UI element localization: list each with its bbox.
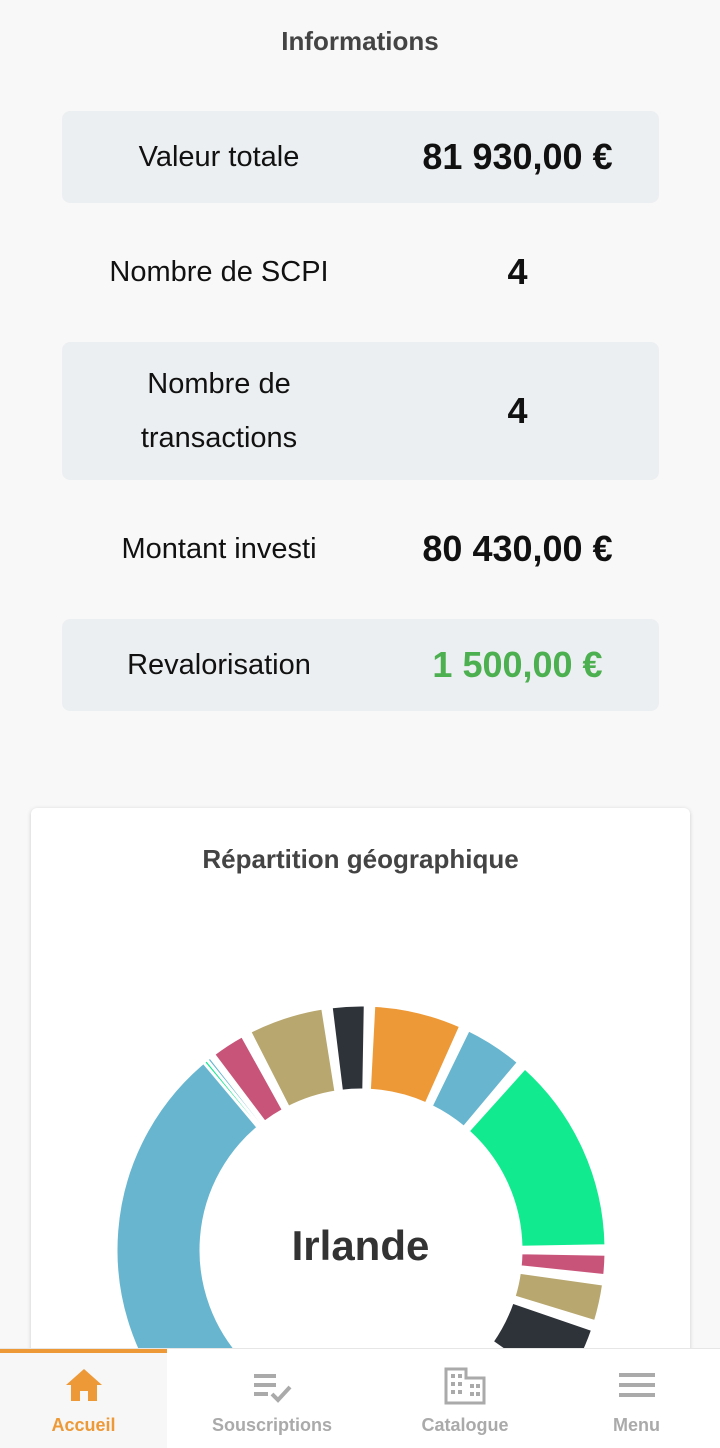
checklist-icon	[254, 1374, 292, 1403]
nav-tab-souscriptions[interactable]: Souscriptions	[167, 1349, 377, 1448]
home-icon	[65, 1369, 102, 1401]
bottom-navigation: Accueil Souscriptions Catalogue Menu	[0, 1348, 720, 1448]
info-row-montant-investi: Montant investi 80 430,00 €	[62, 503, 659, 595]
nav-tab-catalogue[interactable]: Catalogue	[377, 1349, 553, 1448]
info-value: 1 500,00 €	[432, 644, 603, 685]
nav-label: Menu	[613, 1415, 660, 1435]
nav-label: Accueil	[51, 1415, 116, 1435]
info-row-revalorisation: Revalorisation 1 500,00 €	[62, 619, 659, 711]
segment-dark[interactable]	[329, 1003, 367, 1093]
menu-icon	[618, 1373, 655, 1397]
nav-tab-menu[interactable]: Menu	[553, 1349, 720, 1448]
info-label: Nombre de SCPI	[109, 256, 329, 288]
nav-tab-accueil[interactable]: Accueil	[0, 1349, 167, 1448]
info-label: Nombre de transactions	[140, 368, 298, 454]
building-icon	[444, 1367, 486, 1405]
info-label: Valeur totale	[138, 141, 300, 173]
info-label: Revalorisation	[127, 649, 311, 681]
nav-label: Souscriptions	[211, 1415, 332, 1435]
nav-label: Catalogue	[421, 1415, 509, 1435]
info-value: 80 430,00 €	[422, 528, 613, 569]
info-row-nombre-scpi: Nombre de SCPI 4	[62, 226, 659, 318]
info-row-nombre-transactions: Nombre de transactions 4	[62, 342, 659, 480]
info-row-valeur-totale: Valeur totale 81 930,00 €	[62, 111, 659, 203]
info-value: 4	[507, 390, 528, 431]
donut-center-label: Irlande	[291, 1222, 430, 1269]
info-value: 4	[507, 251, 528, 292]
info-value: 81 930,00 €	[422, 136, 613, 177]
informations-title: Informations	[281, 26, 439, 56]
info-label: Montant investi	[121, 533, 317, 565]
